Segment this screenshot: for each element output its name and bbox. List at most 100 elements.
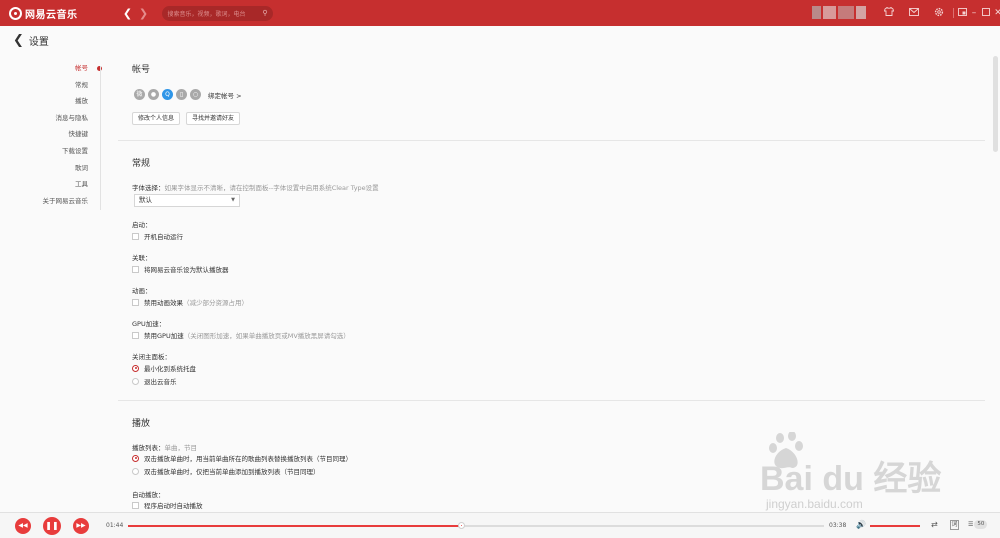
sidebar-item-account[interactable]: 帐号 bbox=[0, 60, 108, 77]
scrollbar[interactable] bbox=[993, 56, 998, 152]
maximize-icon[interactable] bbox=[980, 7, 992, 19]
font-select[interactable]: 默认 ▼ bbox=[134, 194, 240, 207]
next-icon[interactable]: ▶▶ bbox=[73, 518, 89, 534]
user-avatar-blurred[interactable] bbox=[812, 6, 866, 19]
total-time: 03:38 bbox=[829, 522, 847, 529]
replace-radio[interactable] bbox=[132, 454, 139, 462]
bind-account-link[interactable]: 绑定帐号 > bbox=[208, 90, 242, 100]
sidebar-item-download[interactable]: 下载设置 bbox=[0, 143, 108, 160]
animation-label: 动画： bbox=[132, 287, 152, 295]
close-option-exit[interactable]: 退出云音乐 bbox=[132, 376, 177, 386]
back-arrow-icon[interactable]: ❮ bbox=[13, 33, 24, 48]
assoc-checkbox[interactable] bbox=[132, 265, 139, 273]
tray-option-label: 最小化到系统托盘 bbox=[144, 365, 196, 373]
add-radio[interactable] bbox=[132, 467, 139, 475]
baidu-jingyan-watermark: Bai du 经验 jingyan.baidu.com bbox=[760, 432, 941, 511]
chevron-left-icon[interactable]: ❮ bbox=[122, 7, 134, 20]
gear-icon[interactable] bbox=[926, 7, 951, 20]
sidebar-item-lyrics[interactable]: 歌词 bbox=[0, 160, 108, 177]
search-placeholder: 搜索音乐，视频，歌词，电台 bbox=[167, 10, 246, 18]
playlist-hint: 单曲，节目 bbox=[164, 444, 198, 452]
linked-accounts: 微 ● Q ▯ ○ 绑定帐号 > bbox=[134, 89, 242, 100]
minimize-icon[interactable]: – bbox=[968, 8, 980, 18]
weibo-icon[interactable]: 微 bbox=[134, 89, 145, 100]
watermark-url: jingyan.baidu.com bbox=[765, 497, 863, 511]
player-bar: ◀◀ ❚❚ ▶▶ 01:44 03:38 🔊 ⇄ 词 ☰ 50 bbox=[0, 512, 1000, 538]
progress-fill bbox=[128, 525, 463, 527]
app-name: 网易云音乐 bbox=[25, 9, 78, 21]
progress-bar[interactable] bbox=[128, 522, 824, 529]
assoc-option-label: 将网易云音乐设为默认播放器 bbox=[144, 266, 229, 274]
startup-label: 启动： bbox=[132, 221, 152, 229]
autoplay-option-label: 程序启动时自动播放 bbox=[144, 502, 203, 510]
progress-knob[interactable] bbox=[458, 522, 466, 529]
pause-icon[interactable]: ❚❚ bbox=[43, 517, 61, 535]
font-select-value: 默认 bbox=[139, 196, 152, 204]
animation-hint: （减少部分资源占用） bbox=[183, 299, 248, 307]
sidebar-item-general[interactable]: 常规 bbox=[0, 77, 108, 94]
close-panel-label: 关闭主面板： bbox=[132, 353, 171, 361]
assoc-label: 关联： bbox=[132, 254, 152, 262]
section-title-playback: 播放 bbox=[132, 419, 151, 429]
gpu-hint: （关闭图形加速，如果单曲播放页或MV播放黑屏请勾选） bbox=[183, 332, 350, 340]
sidebar-item-tools[interactable]: 工具 bbox=[0, 176, 108, 193]
playlist-button[interactable]: ☰ 50 bbox=[968, 520, 988, 529]
gpu-option[interactable]: 禁用GPU加速 （关闭图形加速，如果单曲播放页或MV播放黑屏请勾选） bbox=[132, 330, 350, 340]
autoplay-label: 自动播放： bbox=[132, 491, 165, 499]
phone-icon[interactable]: ▯ bbox=[176, 89, 187, 100]
settings-header: ❮ 设置 bbox=[0, 26, 1000, 54]
page-title: 设置 bbox=[28, 36, 49, 48]
prev-icon[interactable]: ◀◀ bbox=[15, 518, 31, 534]
playlist-label: 播放列表：单曲，节目 bbox=[132, 442, 197, 452]
mini-mode-icon[interactable] bbox=[956, 7, 968, 19]
font-label-text: 字体选择： bbox=[132, 184, 165, 192]
sidebar-item-playback[interactable]: 播放 bbox=[0, 93, 108, 110]
autoplay-checkbox[interactable] bbox=[132, 501, 139, 509]
find-friends-button[interactable]: 寻找并邀请好友 bbox=[186, 112, 241, 125]
search-icon[interactable]: ⚲ bbox=[262, 9, 267, 17]
shuffle-icon[interactable]: ⇄ bbox=[931, 520, 938, 529]
app-logo[interactable]: 网易云音乐 bbox=[9, 6, 78, 21]
tray-radio[interactable] bbox=[132, 364, 139, 372]
netease-mail-icon[interactable]: ○ bbox=[190, 89, 201, 100]
edit-profile-button[interactable]: 修改个人信息 bbox=[132, 112, 181, 125]
sidebar-item-about[interactable]: 关于网易云音乐 bbox=[0, 193, 108, 210]
current-time: 01:44 bbox=[106, 522, 124, 529]
chevron-down-icon: ▼ bbox=[231, 197, 235, 203]
chevron-right-icon[interactable]: ❯ bbox=[138, 7, 150, 20]
gpu-checkbox[interactable] bbox=[132, 331, 139, 339]
settings-sidebar: 帐号 常规 播放 消息与隐私 快捷键 下载设置 歌词 工具 关于网易云音乐 bbox=[0, 60, 108, 209]
sidebar-item-shortcuts[interactable]: 快捷键 bbox=[0, 126, 108, 143]
animation-option[interactable]: 禁用动画效果 （减少部分资源占用） bbox=[132, 297, 248, 307]
close-option-tray[interactable]: 最小化到系统托盘 bbox=[132, 363, 196, 373]
watermark-brand: Bai du 经验 bbox=[760, 459, 941, 498]
animation-checkbox[interactable] bbox=[132, 298, 139, 306]
playlist-option-replace[interactable]: 双击播放单曲时，用当前单曲所在的歌曲列表替换播放列表（节目同理） bbox=[132, 453, 352, 463]
divider bbox=[953, 8, 954, 18]
playlist-option-add[interactable]: 双击播放单曲时，仅把当前单曲添加到播放列表（节目同理） bbox=[132, 466, 320, 476]
startup-checkbox[interactable] bbox=[132, 232, 139, 240]
animation-option-label: 禁用动画效果 bbox=[144, 299, 183, 307]
volume-bar[interactable] bbox=[870, 525, 920, 527]
mail-icon[interactable] bbox=[901, 7, 926, 19]
sidebar-divider bbox=[100, 66, 101, 210]
exit-option-label: 退出云音乐 bbox=[144, 378, 177, 386]
shirt-icon[interactable] bbox=[876, 6, 901, 19]
wechat-icon[interactable]: ● bbox=[148, 89, 159, 100]
playlist-label-text: 播放列表： bbox=[132, 444, 165, 452]
startup-option[interactable]: 开机自动运行 bbox=[132, 231, 183, 241]
qq-icon[interactable]: Q bbox=[162, 89, 173, 100]
sidebar-item-privacy[interactable]: 消息与隐私 bbox=[0, 110, 108, 127]
gpu-option-label: 禁用GPU加速 bbox=[144, 332, 184, 340]
section-divider bbox=[118, 400, 985, 401]
startup-option-label: 开机自动运行 bbox=[144, 233, 183, 241]
search-input[interactable]: 搜索音乐，视频，歌词，电台 ⚲ bbox=[161, 5, 273, 21]
section-title-general: 常规 bbox=[132, 159, 151, 169]
volume-icon[interactable]: 🔊 bbox=[856, 520, 866, 529]
lyric-button[interactable]: 词 bbox=[950, 520, 959, 530]
playlist-count: 50 bbox=[974, 520, 988, 529]
close-icon[interactable]: ✕ bbox=[992, 8, 1000, 18]
assoc-option[interactable]: 将网易云音乐设为默认播放器 bbox=[132, 264, 229, 274]
exit-radio[interactable] bbox=[132, 377, 139, 385]
autoplay-option[interactable]: 程序启动时自动播放 bbox=[132, 500, 203, 510]
